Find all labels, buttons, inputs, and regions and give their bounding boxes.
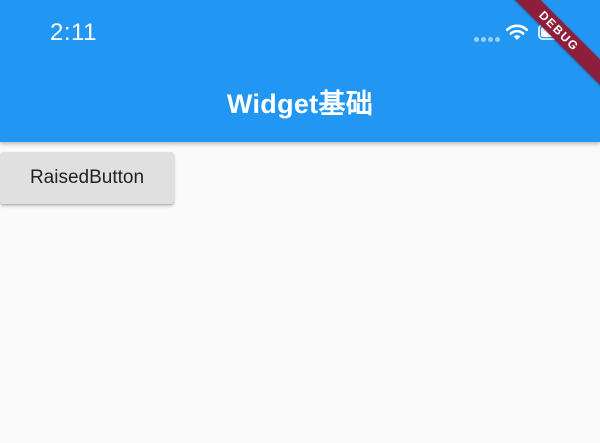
app-bar: 2:11 Widget基础 DEBUG [0, 0, 600, 142]
status-bar: 2:11 [0, 0, 600, 66]
page-title: Widget基础 [226, 89, 374, 119]
raised-button[interactable]: RaisedButton [0, 152, 174, 204]
signal-dots-icon [474, 37, 502, 43]
wifi-icon [505, 24, 529, 40]
status-time: 2:11 [50, 19, 97, 46]
